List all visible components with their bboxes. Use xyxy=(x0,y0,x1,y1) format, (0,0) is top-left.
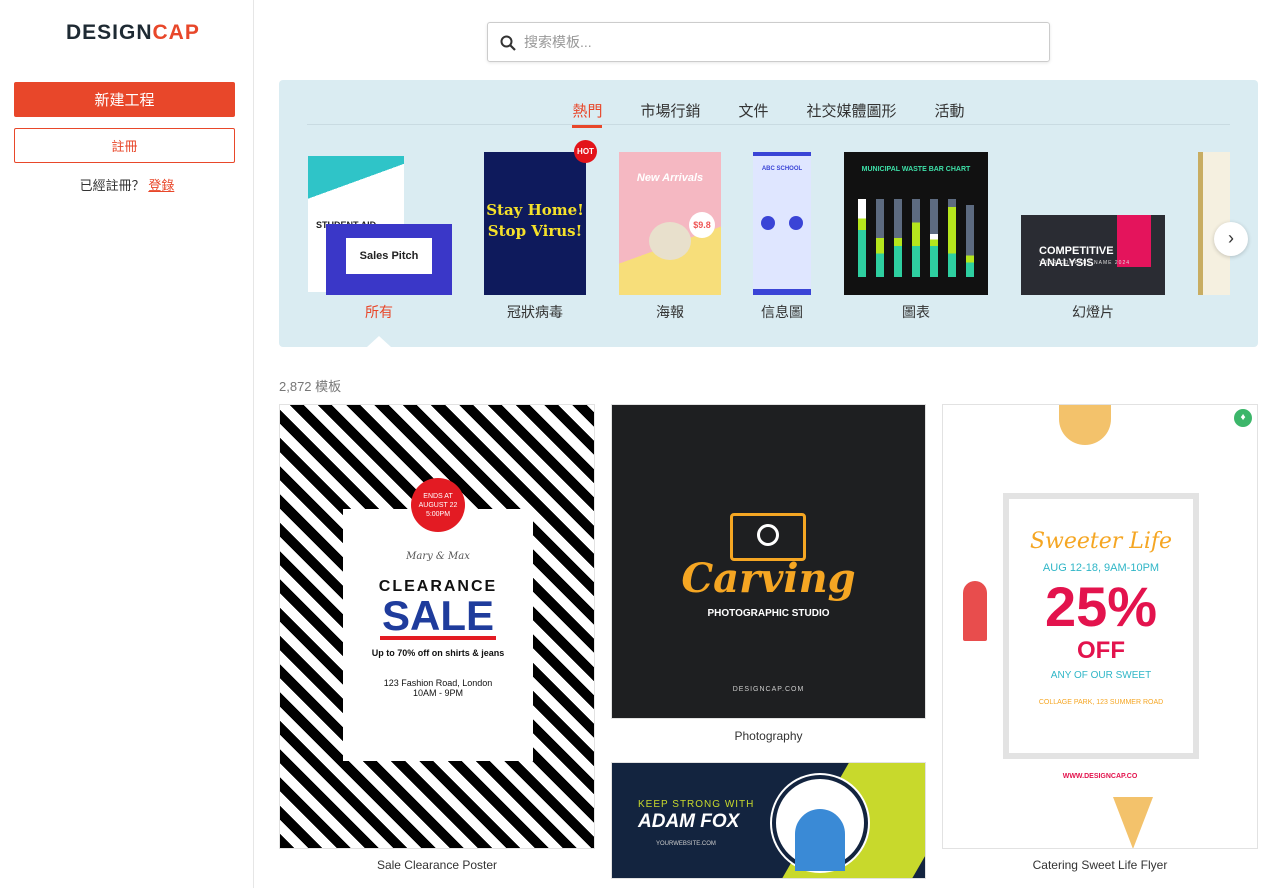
flyer-line: COLLAGE PARK, 123 SUMMER ROAD xyxy=(1038,699,1164,706)
thumb-text: Stop Virus! xyxy=(487,222,583,240)
category-label: 圖表 xyxy=(902,304,930,320)
category-label: 幻燈片 xyxy=(1072,304,1114,320)
thumbnail-stay-home: Stay Home! Stop Virus! xyxy=(484,152,586,295)
thumb-text: New Arrivals xyxy=(636,172,704,184)
poster-badge: ENDS AT AUGUST 22 5:00PM xyxy=(411,478,465,532)
poster-line: 123 Fashion Road, London xyxy=(383,678,493,688)
search-icon xyxy=(500,35,516,51)
tab-events[interactable]: 活動 xyxy=(922,100,978,125)
category-label: 信息圖 xyxy=(761,304,803,320)
search-box[interactable] xyxy=(487,22,1050,62)
photo-subtitle: PHOTOGRAPHIC STUDIO xyxy=(707,608,830,619)
category-tabs: 熱門 市場行銷 文件 社交媒體圖形 活動 xyxy=(307,100,1230,128)
register-button[interactable]: 註冊 xyxy=(14,128,235,163)
active-category-caret xyxy=(367,336,391,347)
category-label: 所有 xyxy=(365,304,393,320)
logo-text-accent: CAP xyxy=(152,21,200,44)
flyer-line: ANY OF OUR SWEET xyxy=(1050,670,1152,681)
new-project-button[interactable]: 新建工程 xyxy=(14,82,235,117)
template-card-adam-fox[interactable]: KEEP STRONG WITH ADAM FOX YOURWEBSITE.CO… xyxy=(611,762,926,879)
premium-gem-icon: ♦ xyxy=(1234,409,1252,427)
poster-names: Mary & Max xyxy=(406,551,470,562)
tab-social-media[interactable]: 社交媒體圖形 xyxy=(794,100,910,125)
banner-name: ADAM FOX xyxy=(638,811,740,832)
photo-url: DESIGNCAP.COM xyxy=(732,686,805,693)
flyer-line: Sweeter Life xyxy=(1029,529,1173,554)
template-card-sweet-life[interactable]: Sweeter Life AUG 12-18, 9AM-10PM 25% OFF… xyxy=(942,404,1258,849)
poster-content: Mary & Max CLEARANCE SALE Up to 70% off … xyxy=(343,509,533,761)
thumbnail-bar-chart: MUNICIPAL WASTE BAR CHART xyxy=(844,152,988,295)
already-registered-text: 已經註冊？ xyxy=(79,178,145,193)
tab-hot[interactable]: 熱門 xyxy=(559,100,615,128)
thumb-text: Stay Home! xyxy=(486,201,584,219)
category-panel: 熱門 市場行銷 文件 社交媒體圖形 活動 STUDENT AID Sales P… xyxy=(279,80,1258,347)
flyer-url: WWW.DESIGNCAP.CO xyxy=(1062,773,1138,780)
poster-sale: SALE xyxy=(379,592,496,640)
template-count: 2,872 模板 xyxy=(279,379,342,394)
poster-line: Up to 70% off on shirts & jeans xyxy=(371,648,505,658)
category-label: 冠狀病毒 xyxy=(507,304,563,320)
next-arrow-button[interactable]: › xyxy=(1214,222,1248,256)
profile-photo xyxy=(772,775,868,871)
login-link[interactable]: 登錄 xyxy=(148,178,174,193)
template-card-photography[interactable]: Carving PHOTOGRAPHIC STUDIO DESIGNCAP.CO… xyxy=(611,404,926,719)
banner-line: KEEP STRONG WITH xyxy=(638,799,755,810)
flyer-percent: 25% xyxy=(1044,575,1158,638)
sidebar: DESIGNCAP 新建工程 註冊 已經註冊？ 登錄 xyxy=(0,0,254,888)
thumbnail-competitive-analysis: COMPETITIVE ANALYSIS YOUR COMPANY NAME 2… xyxy=(1021,215,1165,295)
camera-icon xyxy=(730,513,806,561)
template-title[interactable]: Catering Sweet Life Flyer xyxy=(942,858,1258,872)
template-title[interactable]: Sale Clearance Poster xyxy=(279,858,595,872)
category-label: 海報 xyxy=(656,304,684,320)
tab-documents[interactable]: 文件 xyxy=(725,100,781,125)
logo-text: DESIGN xyxy=(66,21,153,44)
thumbnail-abc-school: ABC SCHOOL xyxy=(753,152,811,295)
thumbnail-sales-pitch: Sales Pitch xyxy=(326,224,452,295)
flyer-content: Sweeter Life AUG 12-18, 9AM-10PM 25% OFF… xyxy=(1003,493,1199,759)
hot-badge: HOT xyxy=(574,140,597,163)
thumb-text: Sales Pitch xyxy=(346,238,432,274)
template-title[interactable]: Photography xyxy=(611,729,926,743)
flyer-line: AUG 12-18, 9AM-10PM xyxy=(1042,562,1160,574)
thumb-text: YOUR COMPANY NAME 2024 xyxy=(1039,260,1131,266)
tab-marketing[interactable]: 市場行銷 xyxy=(627,100,713,125)
poster-line: 10AM - 9PM xyxy=(412,688,463,698)
photo-brand: Carving xyxy=(681,555,856,602)
search-input[interactable] xyxy=(524,23,1024,61)
template-card-sale-clearance[interactable]: Mary & Max CLEARANCE SALE Up to 70% off … xyxy=(279,404,595,849)
thumb-text: $9.8 xyxy=(689,212,715,238)
login-prompt: 已經註冊？ 登錄 xyxy=(0,175,254,194)
designcap-logo[interactable]: DESIGNCAP xyxy=(66,21,200,45)
banner-url: YOURWEBSITE.COM xyxy=(656,841,716,847)
flyer-line: OFF xyxy=(1077,637,1125,664)
thumbnail-new-arrivals: New Arrivals $9.8 xyxy=(619,152,721,295)
thumb-text: ABC SCHOOL xyxy=(761,166,803,172)
thumb-text: MUNICIPAL WASTE BAR CHART xyxy=(861,166,971,173)
